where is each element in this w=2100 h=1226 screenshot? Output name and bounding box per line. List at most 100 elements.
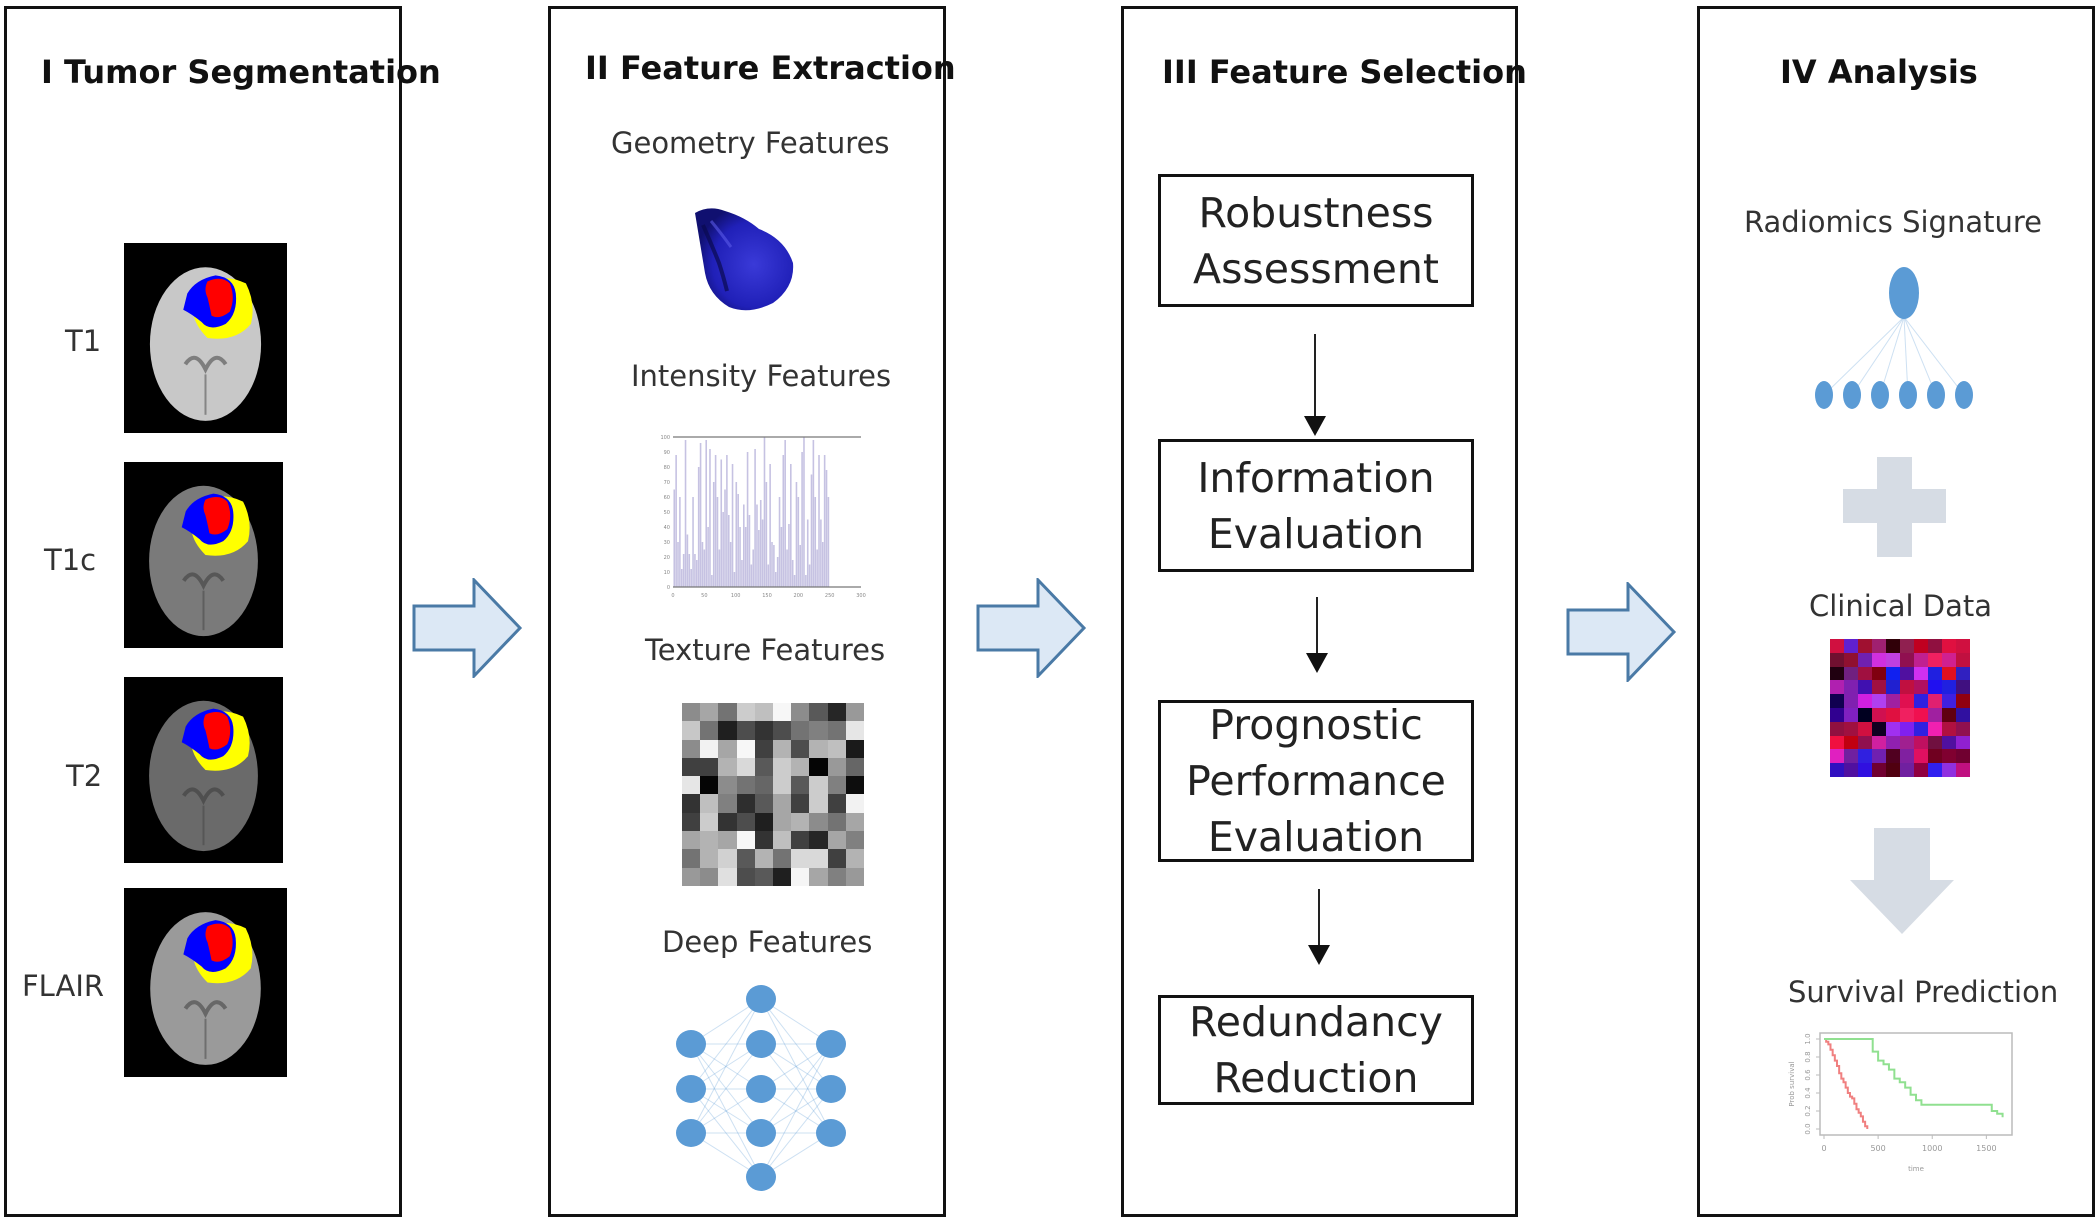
y-tick-label: 90: [664, 450, 670, 456]
brain-scan: [149, 485, 258, 637]
clinical-cell: [1830, 749, 1844, 764]
texture-cell: [754, 776, 773, 795]
x-tick-label: 1500: [1976, 1144, 1996, 1153]
texture-cell: [827, 867, 846, 886]
texture-cell: [718, 776, 737, 795]
clinical-cell: [1872, 708, 1886, 722]
texture-cell: [827, 849, 846, 868]
y-tick-label: 0.8: [1804, 1051, 1812, 1062]
clinical-cell: [1844, 763, 1858, 777]
clinical-cell: [1858, 639, 1872, 653]
texture-cell: [700, 721, 719, 740]
texture-cell: [700, 831, 719, 850]
texture-cell: [736, 849, 755, 868]
clinical-cell: [1872, 721, 1886, 736]
texture-cell: [682, 757, 701, 777]
texture-cell: [791, 757, 810, 777]
x-tick-label: 200: [794, 593, 804, 599]
texture-cell: [845, 757, 864, 777]
y-tick-label: 0.6: [1804, 1069, 1812, 1081]
texture-cell: [827, 757, 846, 777]
texture-cell: [827, 812, 846, 832]
texture-cell: [845, 867, 864, 886]
clinical-cell: [1956, 763, 1970, 777]
clinical-cell: [1830, 735, 1844, 750]
step-line: Robustness: [1198, 188, 1434, 237]
y-tick-label: 50: [664, 510, 670, 516]
step-line: Evaluation: [1207, 813, 1425, 861]
arrow-down-icon: [1850, 828, 1954, 934]
texture-cell: [754, 867, 773, 886]
mri-image-t1: [124, 243, 287, 433]
clinical-cell: [1914, 652, 1928, 667]
texture-cell: [845, 776, 864, 795]
texture-cell: [718, 849, 737, 868]
texture-cell: [845, 739, 864, 758]
step-line: Performance: [1186, 757, 1446, 805]
clinical-cell: [1844, 639, 1858, 653]
texture-cell: [718, 739, 737, 758]
clinical-cell: [1900, 749, 1914, 764]
feature-node: [1815, 381, 1833, 409]
step-robustness-assessment: Robustness Assessment: [1158, 174, 1474, 307]
texture-cell: [736, 867, 755, 886]
clinical-cell: [1928, 735, 1942, 750]
clinical-cell: [1858, 666, 1872, 681]
plot-frame: [1819, 1032, 2013, 1136]
clinical-cell: [1872, 749, 1886, 764]
feature-label-geometry: Geometry Features: [611, 126, 890, 160]
feature-node: [1899, 381, 1917, 409]
clinical-cell: [1830, 652, 1844, 667]
clinical-cell: [1844, 735, 1858, 750]
clinical-cell: [1858, 749, 1872, 764]
texture-cell: [773, 703, 792, 722]
clinical-cell: [1956, 652, 1970, 667]
step-line: Assessment: [1193, 244, 1439, 293]
clinical-cell: [1900, 721, 1914, 736]
panel-title: I Tumor Segmentation: [41, 53, 441, 91]
clinical-cell: [1872, 652, 1886, 667]
clinical-cell: [1956, 694, 1970, 708]
texture-cell: [773, 812, 792, 832]
clinical-cell: [1914, 749, 1928, 764]
clinical-cell: [1872, 666, 1886, 681]
flow-arrow-right-icon: [1566, 582, 1677, 682]
panel-feature-selection: III Feature Selection Robustness Assessm…: [1121, 6, 1527, 1217]
texture-cell: [754, 794, 773, 813]
nn-connection: [760, 1043, 832, 1178]
step-line: Reduction: [1213, 1054, 1419, 1102]
y-tick-label: 100: [661, 435, 670, 441]
sequence-label-t1c: T1c: [44, 543, 97, 577]
clinical-cell: [1886, 749, 1900, 764]
flow-connector: [1316, 597, 1318, 657]
clinical-cell: [1872, 735, 1886, 750]
texture-cell: [736, 831, 755, 850]
x-tick-label: 150: [762, 593, 772, 599]
clinical-cell: [1928, 708, 1942, 722]
clinical-cell: [1872, 763, 1886, 777]
texture-cell: [754, 831, 773, 850]
nn-node: [816, 1119, 846, 1147]
clinical-data-heatmap: [1830, 639, 1970, 777]
panel-tumor-segmentation: I Tumor Segmentation T1 T1c T2 FLAIR: [4, 6, 441, 1217]
texture-cell: [718, 794, 737, 813]
plus-icon: [1843, 457, 1946, 557]
clinical-cell: [1942, 694, 1956, 708]
texture-cell: [736, 721, 755, 740]
sequence-label-t2: T2: [66, 759, 103, 793]
clinical-cell: [1844, 666, 1858, 681]
texture-cell: [809, 812, 828, 832]
clinical-cell: [1928, 666, 1942, 681]
feature-node: [1871, 381, 1889, 409]
texture-cell: [682, 812, 701, 832]
x-tick-label: 300: [856, 593, 866, 599]
arrow-shape: [412, 578, 523, 678]
clinical-cell: [1872, 639, 1886, 653]
panel-analysis: IV Analysis Radiomics Signature Clinical…: [1697, 6, 2095, 1217]
clinical-cell: [1942, 735, 1956, 750]
clinical-cell: [1942, 721, 1956, 736]
texture-cell: [845, 849, 864, 868]
feature-node: [1843, 381, 1861, 409]
texture-cell: [736, 794, 755, 813]
nn-node: [676, 1075, 706, 1103]
